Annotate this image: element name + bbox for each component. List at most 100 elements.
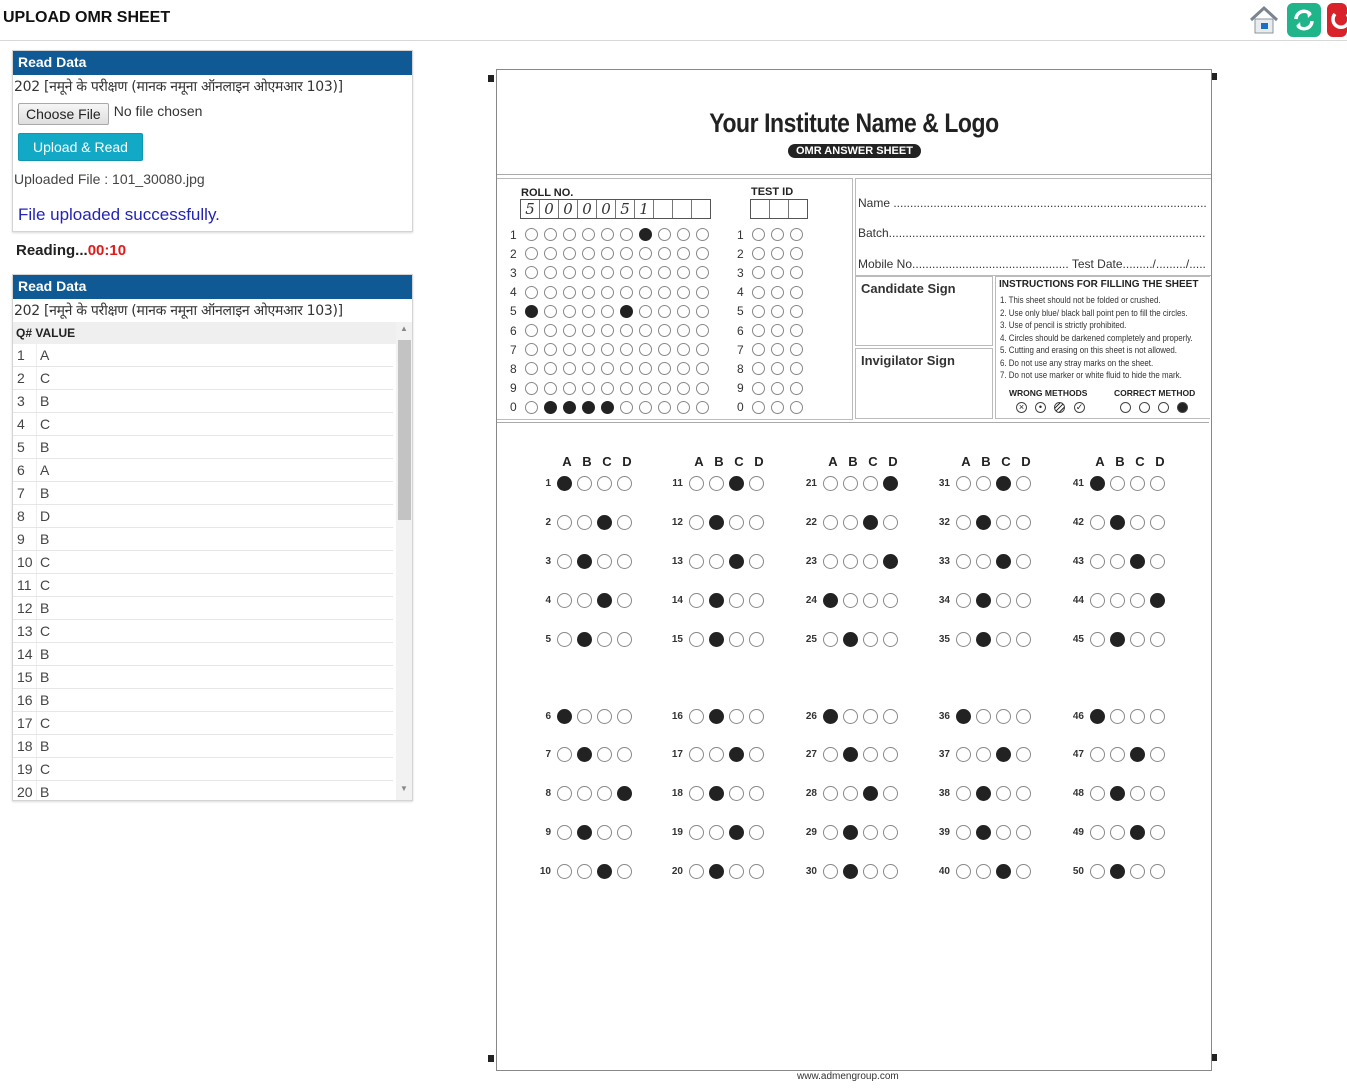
reading-label: Reading...: [16, 242, 88, 259]
answer-value: B: [40, 784, 50, 800]
answer-grid: A B C D 1 2 3 4 5 6 7 8 9 10 A B C D 11 12 13 14 15 16 17 18 19 20 A…: [497, 422, 1209, 1069]
answer-value: C: [40, 370, 51, 386]
roll-bubble: [544, 247, 557, 261]
answer-bubble: [729, 708, 744, 724]
scroll-down-arrow-icon[interactable]: ▼: [396, 782, 412, 796]
instruction-item: 5. Cutting and erasing on this sheet is …: [1000, 345, 1177, 355]
answer-bubble: [1016, 863, 1031, 879]
roll-bubble: [544, 324, 557, 337]
refresh-icon[interactable]: [1287, 3, 1321, 37]
answer-bubble: [996, 824, 1011, 840]
roll-digit-cell: 0: [597, 200, 616, 218]
instructions-section: INSTRUCTIONS FOR FILLING THE SHEET 1. Th…: [995, 276, 1210, 419]
test-id-cells: [750, 199, 808, 219]
question-number: 18: [671, 787, 683, 799]
answer-bubble: [709, 475, 724, 491]
answer-bubble: [557, 553, 572, 569]
option-label: B: [582, 454, 592, 469]
table-row: 8D: [13, 505, 393, 528]
answer-bubble: [976, 746, 991, 762]
roll-bubble: [601, 400, 614, 414]
question-row: 4: [527, 592, 637, 608]
row-digit: 0: [737, 400, 744, 415]
row-digit: 8: [737, 361, 744, 376]
question-number: 42: [1072, 516, 1084, 528]
answer-bubble: [557, 592, 572, 608]
answer-bubble: [956, 708, 971, 724]
answer-bubble: [1110, 708, 1125, 724]
question-row: 24: [793, 592, 903, 608]
instruction-item: 7. Do not use marker or white fluid to h…: [1000, 370, 1182, 380]
question-row: 2: [527, 514, 637, 530]
answer-value: A: [40, 347, 50, 363]
power-icon[interactable]: [1327, 3, 1347, 37]
roll-bubble: [639, 285, 652, 299]
test-id-bubble: [790, 362, 803, 376]
roll-bubble: [658, 228, 671, 241]
test-id-bubble-row: 1: [737, 225, 809, 244]
test-id-bubble-row: 6: [737, 321, 809, 340]
table-scrollbar[interactable]: ▲ ▼: [396, 322, 412, 800]
question-row: 32: [926, 514, 1036, 530]
question-row: 28: [793, 785, 903, 801]
answer-bubble: [689, 824, 704, 840]
roll-bubble: [696, 381, 709, 395]
roll-bubble: [525, 228, 538, 241]
table-row: 10 C: [13, 551, 393, 574]
mobile-date-line: Mobile No...............................…: [858, 257, 1206, 271]
question-number: 30: [805, 865, 817, 877]
option-label: A: [828, 454, 838, 469]
roll-bubble-row: 6: [510, 321, 715, 340]
test-id-bubble-row: 8: [737, 359, 809, 378]
option-label: C: [1001, 454, 1011, 469]
question-row: 25: [793, 631, 903, 647]
instruction-item: 4. Circles should be darkened completely…: [1000, 332, 1193, 343]
test-id-bubble: [771, 362, 784, 376]
answer-value: B: [40, 738, 50, 754]
answer-bubble: [823, 514, 838, 530]
choose-file-button[interactable]: Choose File: [18, 103, 109, 125]
correct-empty-bubble-icon: [1120, 402, 1131, 413]
answer-bubble: [577, 553, 592, 569]
roll-bubble: [601, 362, 614, 376]
answer-bubble: [976, 592, 991, 608]
correct-filled-bubble-icon: [1177, 402, 1188, 413]
roll-bubble: [639, 304, 652, 318]
page-title: UPLOAD OMR SHEET: [3, 9, 171, 26]
question-number: 5: [545, 633, 551, 645]
test-id-bubble: [790, 381, 803, 395]
option-label: D: [622, 454, 632, 469]
home-icon[interactable]: [1247, 3, 1281, 37]
answer-bubble: [863, 863, 878, 879]
test-id-bubble: [771, 343, 784, 357]
question-row: 17: [659, 746, 769, 762]
question-row: 22: [793, 514, 903, 530]
option-label: C: [602, 454, 612, 469]
scroll-up-arrow-icon[interactable]: ▲: [396, 322, 412, 336]
roll-digit-cell: [654, 200, 673, 218]
answer-bubble: [996, 592, 1011, 608]
answer-bubble: [863, 592, 878, 608]
answer-value: B: [40, 439, 50, 455]
question-number: 13: [671, 555, 683, 567]
option-label: D: [1021, 454, 1031, 469]
question-number: 45: [1072, 633, 1084, 645]
answer-bubble: [1130, 785, 1145, 801]
upload-read-button[interactable]: Upload & Read: [18, 133, 143, 161]
name-line: Name ...................................…: [858, 196, 1206, 210]
answer-bubble: [996, 553, 1011, 569]
roll-bubble: [582, 343, 595, 357]
roll-bubble: [601, 343, 614, 357]
question-number: 49: [1072, 826, 1084, 838]
table-row: 19 C: [13, 758, 393, 781]
results-panel: Read Data 202 [नमूने के परीक्षण (मानक नम…: [12, 274, 413, 801]
answer-bubble: [1016, 514, 1031, 530]
answer-bubble: [597, 553, 612, 569]
scroll-thumb[interactable]: [398, 340, 411, 520]
answer-bubble: [843, 863, 858, 879]
row-digit: 3: [510, 265, 517, 280]
roll-bubble: [525, 324, 538, 337]
table-row: 6A: [13, 459, 393, 482]
answer-value: C: [40, 623, 51, 639]
answer-bubble: [709, 631, 724, 647]
